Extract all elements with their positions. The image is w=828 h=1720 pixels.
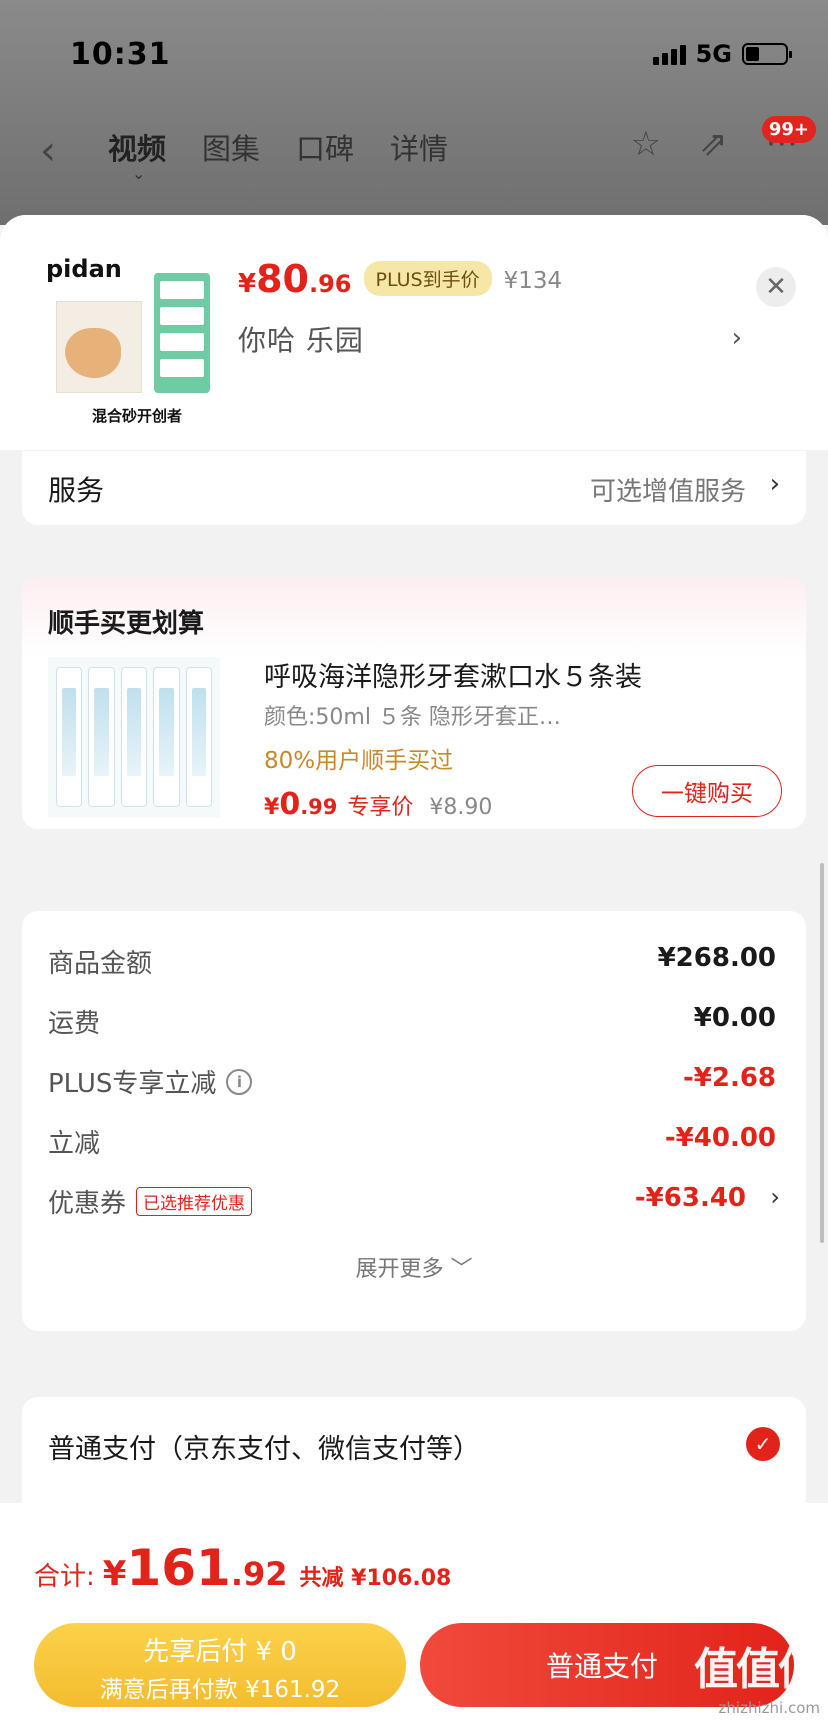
coupon-label: 优惠券 [48, 1189, 127, 1219]
network-label: 5G [695, 40, 732, 68]
addon-purchase-stat: 80%用户顺手买过 [264, 748, 454, 774]
payment-label: 普通支付（京东支付、微信支付等） [48, 1434, 480, 1465]
battery-icon [742, 43, 792, 65]
amount-row: 立减 -¥40.00 [48, 1123, 780, 1163]
checkout-sheet: pidan 混合砂开创者 ¥80.96 PLUS到手价 ¥134 你哈 乐园 ›… [0, 215, 828, 1720]
amount-row: 运费 ¥0.00 [48, 1003, 780, 1043]
amount-value: -¥63.40 [634, 1183, 746, 1213]
product-brand: pidan [46, 255, 122, 283]
scrollbar[interactable] [820, 863, 824, 1243]
total-line: 合计: ¥161.92 共减 ¥106.08 [34, 1539, 451, 1597]
amount-value: ¥0.00 [693, 1003, 776, 1033]
pay-later-subtitle: 满意后再付款 ¥161.92 [99, 1677, 341, 1703]
signal-icon [652, 43, 686, 65]
amount-row: 商品金额 ¥268.00 [48, 943, 780, 983]
service-row[interactable]: 服务 可选增值服务 › [22, 451, 806, 525]
product-price-line: ¥80.96 PLUS到手价 ¥134 [238, 257, 562, 302]
product-bag-graphic [56, 301, 142, 393]
product-card-graphic [154, 273, 210, 393]
close-button[interactable]: ✕ [756, 267, 796, 307]
amount-label: 运费 [48, 1009, 101, 1039]
addon-product-spec: 颜色:50ml ５条 隐形牙套正… [264, 705, 561, 730]
amount-summary: 商品金额 ¥268.00 运费 ¥0.00 PLUS专享立减 i -¥2.68 立… [22, 911, 806, 1331]
amount-value: -¥2.68 [682, 1063, 776, 1093]
payment-option[interactable]: 普通支付（京东支付、微信支付等） ✓ [22, 1397, 806, 1517]
active-tab-indicator: ⌄ [132, 164, 146, 183]
addon-price: ¥0.99 [264, 787, 338, 822]
total-price: ¥161.92 [102, 1539, 288, 1597]
message-badge: 99+ [761, 116, 816, 143]
pay-button-label: 普通支付 [546, 1650, 659, 1683]
product-image: pidan 混合砂开创者 [42, 251, 212, 426]
addon-price-line: ¥0.99 专享价 ¥8.90 [264, 787, 492, 822]
chevron-right-icon: › [770, 1183, 780, 1211]
status-bar: 10:31 5G [70, 34, 792, 74]
watermark-logo: 值值值 zhizhizhi.com [694, 1644, 822, 1717]
coupon-tag: 已选推荐优惠 [136, 1187, 253, 1216]
chevron-right-icon[interactable]: › [732, 323, 742, 353]
share-icon[interactable]: ⇗ [699, 124, 728, 164]
selected-variant[interactable]: 你哈 乐园 [238, 319, 364, 359]
tab-details[interactable]: 详情 [390, 126, 448, 168]
amount-label: 商品金额 [48, 949, 153, 979]
chevron-right-icon: › [769, 469, 780, 499]
addon-card: 顺手买更划算 呼吸海洋隐形牙套漱口水５条装 颜色:50ml ５条 隐形牙套正… … [22, 577, 806, 829]
addon-price-tag: 专享价 [347, 795, 414, 820]
checkout-bar: 合计: ¥161.92 共减 ¥106.08 先享后付 ¥ 0 满意后再付款 ¥… [0, 1503, 828, 1720]
coupon-row[interactable]: 优惠券 已选推荐优惠 -¥63.40 › [48, 1183, 780, 1223]
product-price: ¥80.96 [238, 257, 352, 301]
star-icon[interactable]: ☆ [631, 124, 661, 164]
expand-more-button[interactable]: 展开更多 ﹀ [22, 1251, 806, 1283]
service-value: 可选增值服务 [589, 477, 746, 507]
top-navigation: ‹ 视频 图集 口碑 详情 ⌄ ☆ ⇗ ··· 99+ [0, 116, 828, 183]
amount-value: ¥268.00 [657, 943, 776, 973]
tab-video[interactable]: 视频 [108, 126, 166, 168]
amount-label: 立减 [48, 1129, 101, 1159]
pay-later-title: 先享后付 ¥ 0 [143, 1637, 297, 1667]
one-click-buy-button[interactable]: 一键购买 [632, 765, 782, 817]
amount-label: 优惠券 已选推荐优惠 [48, 1183, 253, 1220]
addon-title: 顺手买更划算 [48, 609, 205, 639]
amount-row: PLUS专享立减 i -¥2.68 [48, 1063, 780, 1103]
amount-value: -¥40.00 [664, 1123, 776, 1153]
plus-price-tag: PLUS到手价 [363, 261, 492, 296]
plus-discount-label: PLUS专享立减 [48, 1069, 217, 1099]
product-image-caption: 混合砂开创者 [92, 407, 183, 425]
check-icon[interactable]: ✓ [746, 1427, 780, 1461]
addon-product-name[interactable]: 呼吸海洋隐形牙套漱口水５条装 [264, 655, 642, 694]
amount-label: PLUS专享立减 i [48, 1063, 253, 1100]
addon-original-price: ¥8.90 [429, 795, 493, 820]
status-time: 10:31 [70, 36, 171, 72]
pay-later-button[interactable]: 先享后付 ¥ 0 满意后再付款 ¥161.92 [34, 1623, 406, 1707]
original-price: ¥134 [503, 268, 563, 294]
tab-reviews[interactable]: 口碑 [296, 126, 354, 168]
tab-gallery[interactable]: 图集 [202, 126, 260, 168]
product-header: pidan 混合砂开创者 ¥80.96 PLUS到手价 ¥134 你哈 乐园 ›… [0, 215, 828, 450]
service-label: 服务 [48, 474, 105, 507]
back-icon[interactable]: ‹ [40, 128, 56, 174]
tab-bar: 视频 图集 口碑 详情 [108, 126, 448, 168]
dimmed-backdrop: 10:31 5G ‹ 视频 图集 口碑 详情 ⌄ ☆ ⇗ ··· 99+ [0, 0, 828, 225]
total-label: 合计: [34, 1562, 95, 1592]
info-icon[interactable]: i [226, 1068, 253, 1095]
total-saved: 共减 ¥106.08 [299, 1566, 452, 1591]
addon-product-image[interactable] [48, 657, 220, 817]
status-indicators: 5G [652, 40, 792, 68]
